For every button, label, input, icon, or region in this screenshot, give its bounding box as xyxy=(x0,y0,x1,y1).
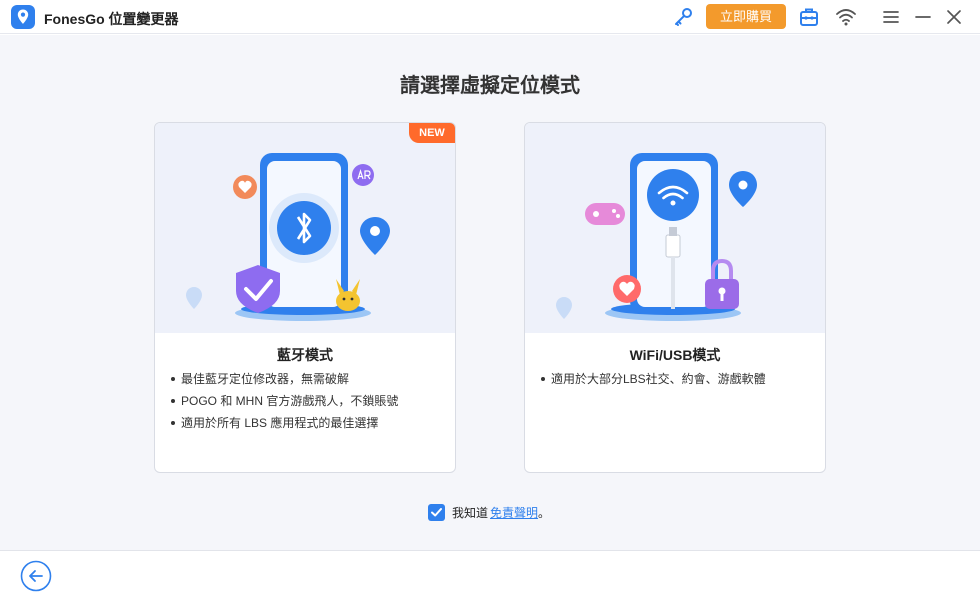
title-bar: FonesGo 位置變更器 立即購買 xyxy=(0,0,980,34)
agreement-row: 我知道 免責聲明 。 xyxy=(428,502,550,522)
bluetooth-mode-title: 藍牙模式 xyxy=(277,347,333,363)
bluetooth-mode-card[interactable]: NEW 藍牙模式 最佳藍牙定位修改器，無需破解 POGO 和 MHN 官方游戲飛… xyxy=(154,122,456,473)
close-icon[interactable] xyxy=(944,7,964,27)
page-title: 請選擇虛擬定位模式 xyxy=(400,75,580,97)
bluetooth-feature-list: 最佳藍牙定位修改器，無需破解 POGO 和 MHN 官方游戲飛人，不鎖賬號 適用… xyxy=(171,368,451,434)
wifi-usb-illustration xyxy=(525,123,825,333)
wifi-usb-mode-title: WiFi/USB模式 xyxy=(629,347,721,363)
feature-item: 最佳藍牙定位修改器，無需破解 xyxy=(171,368,451,390)
app-title: FonesGo 位置變更器 xyxy=(44,11,179,27)
menu-icon[interactable] xyxy=(881,7,901,27)
new-badge: NEW xyxy=(409,123,455,143)
toolbox-icon[interactable] xyxy=(798,6,820,28)
agreement-suffix: 。 xyxy=(538,505,551,520)
bluetooth-illustration: NEW xyxy=(155,123,455,333)
wifi-usb-feature-list: 適用於大部分LBS社交、約會、游戲軟體 xyxy=(541,368,821,390)
main-area: 請選擇虛擬定位模式 NEW 藍牙模式 最佳藍牙定位修改器，無需破解 POGO 和… xyxy=(0,35,980,550)
wifi-icon[interactable] xyxy=(834,6,858,28)
buy-now-button[interactable]: 立即購買 xyxy=(706,4,786,29)
agreement-text: 我知道 xyxy=(452,505,489,520)
feature-item: POGO 和 MHN 官方游戲飛人，不鎖賬號 xyxy=(171,390,451,412)
footer-bar xyxy=(0,550,980,600)
minimize-icon[interactable] xyxy=(913,7,933,27)
feature-item: 適用於所有 LBS 應用程式的最佳選擇 xyxy=(171,412,451,434)
arrow-left-icon xyxy=(20,560,52,592)
feature-item: 適用於大部分LBS社交、約會、游戲軟體 xyxy=(541,368,821,390)
disclaimer-link[interactable]: 免責聲明 xyxy=(490,504,538,521)
app-logo-icon xyxy=(11,5,35,29)
wifi-usb-mode-card[interactable]: WiFi/USB模式 適用於大部分LBS社交、約會、游戲軟體 xyxy=(524,122,826,473)
agreement-checkbox[interactable] xyxy=(428,503,445,521)
back-button[interactable] xyxy=(20,560,52,592)
key-icon[interactable] xyxy=(672,6,694,28)
